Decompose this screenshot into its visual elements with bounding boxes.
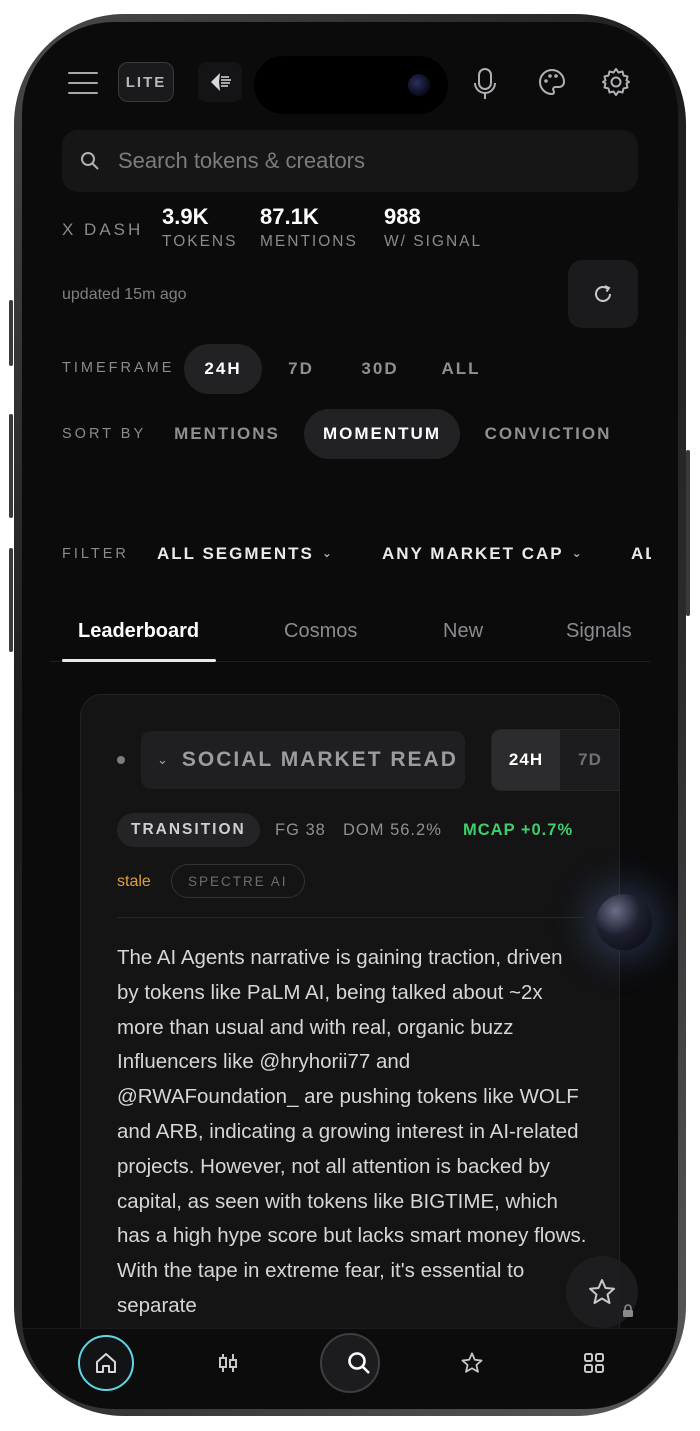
- nav-apps-button[interactable]: [566, 1335, 622, 1391]
- timeframe-30d[interactable]: 30D: [352, 344, 408, 394]
- mcap-metric: MCAP +0.7%: [463, 821, 574, 839]
- card-title: SOCIAL MARKET READ: [181, 748, 458, 771]
- nav-watchlist-button[interactable]: [444, 1335, 500, 1391]
- stat-label: MENTIONS: [260, 233, 358, 250]
- grid-icon: [584, 1353, 604, 1373]
- sort-label: SORT BY: [62, 426, 147, 442]
- nav-search-button[interactable]: [320, 1333, 380, 1393]
- filter-segments-dropdown[interactable]: ALL SEGMENTS ⌄: [157, 544, 334, 564]
- search-icon: [80, 151, 100, 171]
- filter-segments-label: ALL SEGMENTS: [157, 544, 314, 563]
- camera: [408, 74, 430, 96]
- regime-badge: TRANSITION: [117, 813, 260, 847]
- side-button: [686, 450, 690, 616]
- stat-value: 988: [384, 204, 421, 229]
- refresh-icon: [595, 285, 611, 302]
- sort-mentions[interactable]: MENTIONS: [170, 409, 284, 459]
- chevron-down-icon: ⌄: [571, 546, 584, 560]
- chevron-down-icon: ⌄: [321, 546, 334, 560]
- market-read-text: The AI Agents narrative is gaining tract…: [117, 946, 587, 1317]
- lock-icon: [622, 1304, 634, 1323]
- search-input[interactable]: [118, 148, 598, 174]
- lite-badge[interactable]: LITE: [118, 62, 174, 102]
- source-badge: SPECTRE AI: [171, 864, 305, 898]
- timeframe-24h[interactable]: 24H: [184, 344, 262, 394]
- nav-home-button[interactable]: [78, 1335, 134, 1391]
- logo-icon[interactable]: [198, 62, 242, 102]
- stat-label: TOKENS: [162, 233, 238, 250]
- assistant-orb[interactable]: [596, 894, 652, 950]
- market-read-card: ⌄ SOCIAL MARKET READ 24H 7D TRANSITION F…: [80, 694, 620, 1394]
- tab-cosmos[interactable]: Cosmos: [284, 620, 357, 643]
- timeframe-label: TIMEFRAME: [62, 360, 175, 376]
- gear-icon[interactable]: [600, 66, 632, 98]
- stat-value: 87.1K: [260, 204, 319, 229]
- filter-market-cap-label: ANY MARKET CAP: [382, 544, 564, 563]
- app-screen: LITE X DASH 3.9K TOKENS 87.1K MENTIONS: [22, 22, 678, 1409]
- palette-icon[interactable]: [536, 66, 568, 98]
- tab-leaderboard[interactable]: Leaderboard: [78, 620, 199, 643]
- sort-conviction[interactable]: CONVICTION: [480, 409, 616, 459]
- timeframe-7d[interactable]: 7D: [278, 344, 324, 394]
- refresh-button[interactable]: [568, 260, 638, 328]
- dynamic-island: [254, 56, 448, 114]
- mic-icon[interactable]: [472, 66, 498, 102]
- star-icon: [461, 1352, 483, 1373]
- star-icon: [589, 1279, 615, 1304]
- card-timeframe-24h[interactable]: 24H: [492, 730, 560, 790]
- side-button: [9, 414, 13, 518]
- dominance-metric: DOM 56.2%: [343, 821, 442, 839]
- filter-label: FILTER: [62, 546, 129, 562]
- tab-new[interactable]: New: [443, 620, 483, 643]
- timeframe-all[interactable]: ALL: [436, 344, 486, 394]
- divider: [117, 917, 583, 918]
- card-timeframe-7d[interactable]: 7D: [570, 730, 610, 790]
- stale-indicator: stale: [117, 873, 151, 890]
- status-dot: [117, 756, 125, 764]
- stat-mentions: 87.1K MENTIONS: [260, 204, 358, 251]
- tab-bar: Leaderboard Cosmos New Signals: [50, 602, 650, 662]
- card-timeframe-toggle: 24H 7D: [491, 729, 619, 791]
- side-button: [9, 548, 13, 652]
- stat-value: 3.9K: [162, 204, 209, 229]
- menu-icon[interactable]: [68, 72, 98, 96]
- bottom-nav: [22, 1328, 678, 1408]
- nav-markets-button[interactable]: [200, 1335, 256, 1391]
- active-tab-indicator: [62, 659, 216, 662]
- filter-more-dropdown[interactable]: AL: [631, 544, 651, 564]
- stat-with-signal: 988 W/ SIGNAL: [384, 204, 482, 251]
- search-icon: [348, 1352, 370, 1374]
- stat-label: W/ SIGNAL: [384, 233, 483, 250]
- candlestick-icon: [219, 1354, 237, 1372]
- search-bar[interactable]: [62, 130, 638, 192]
- brand-label: X DASH: [62, 220, 144, 239]
- tab-signals[interactable]: Signals: [566, 620, 632, 643]
- sort-momentum[interactable]: MOMENTUM: [304, 409, 460, 459]
- home-icon: [96, 1353, 116, 1373]
- filter-market-cap-dropdown[interactable]: ANY MARKET CAP ⌄: [382, 544, 584, 564]
- chevron-down-icon: ⌄: [157, 752, 168, 767]
- fear-greed-metric: FG 38: [275, 821, 326, 839]
- updated-timestamp: updated 15m ago: [62, 286, 187, 303]
- stat-tokens: 3.9K TOKENS: [162, 204, 237, 251]
- side-button: [9, 300, 13, 366]
- market-read-toggle[interactable]: ⌄ SOCIAL MARKET READ: [141, 731, 465, 789]
